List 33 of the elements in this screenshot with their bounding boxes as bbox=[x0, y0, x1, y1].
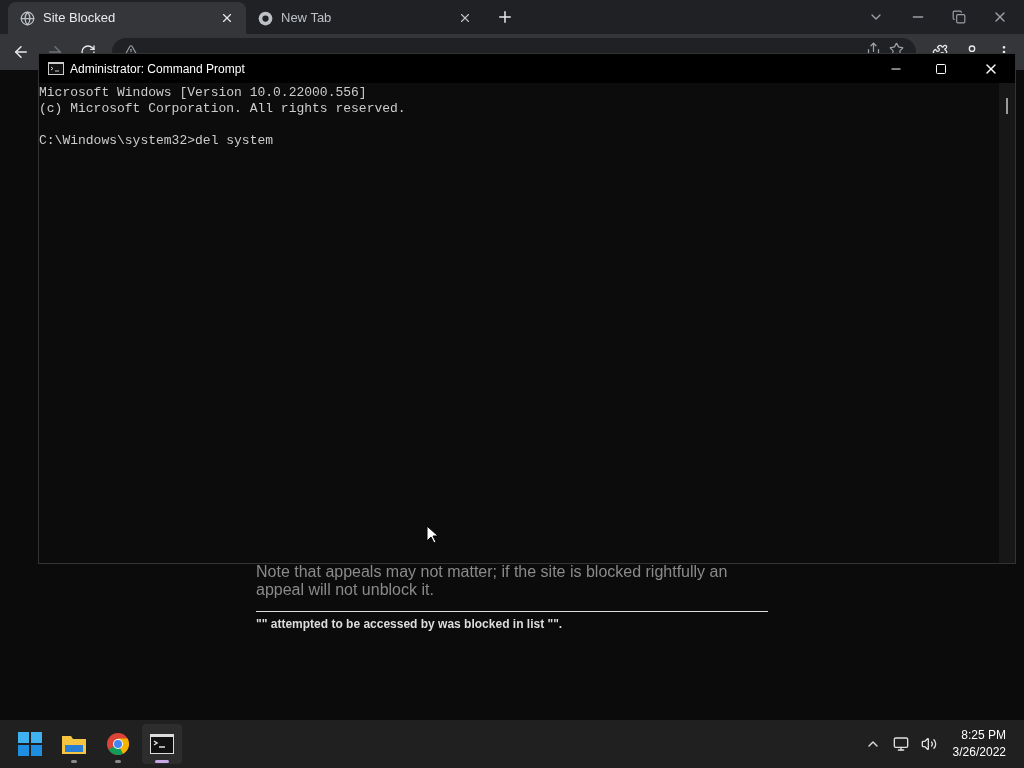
console-title: Administrator: Command Prompt bbox=[70, 60, 245, 78]
scrollbar[interactable] bbox=[999, 83, 1015, 563]
tab-title: Site Blocked bbox=[43, 9, 117, 28]
taskbar-app[interactable] bbox=[142, 724, 182, 764]
console-prompt: C:\Windows\system32>del system bbox=[39, 133, 275, 149]
browser-tab[interactable]: Site Blocked bbox=[8, 2, 246, 34]
console-line: Microsoft Windows [Version 10.0.22000.556] bbox=[39, 85, 368, 101]
new-tab-icon[interactable] bbox=[496, 8, 514, 26]
terminal-icon bbox=[48, 62, 64, 75]
blocked-footer: "" attempted to be accessed by was blocked in list "". bbox=[256, 615, 563, 633]
appeal-note: Note that appeals may not matter; if the site is blocked rightfully an appeal will not unblock it. bbox=[256, 563, 729, 599]
back-icon[interactable] bbox=[12, 43, 30, 61]
volume-icon[interactable] bbox=[920, 736, 937, 752]
clock-time[interactable]: 8:25 PM bbox=[961, 727, 1006, 744]
folder-icon bbox=[61, 733, 87, 755]
clock-date[interactable]: 3/26/2022 bbox=[952, 744, 1006, 761]
windows-logo-icon bbox=[18, 732, 42, 756]
chrome-icon bbox=[258, 10, 273, 26]
globe-icon bbox=[20, 10, 35, 26]
running-indicator bbox=[115, 760, 121, 763]
running-indicator bbox=[155, 760, 169, 763]
chrome-icon bbox=[106, 732, 130, 756]
terminal-icon bbox=[150, 734, 174, 754]
tab-title: New Tab bbox=[281, 9, 333, 28]
restore-icon[interactable] bbox=[952, 10, 966, 24]
mouse-cursor-icon bbox=[426, 525, 438, 544]
console-line: (c) Microsoft Corporation. All rights reserved. bbox=[39, 101, 407, 117]
close-icon[interactable] bbox=[220, 11, 234, 25]
browser-tab[interactable]: New Tab bbox=[246, 2, 484, 34]
maximize-icon[interactable] bbox=[935, 62, 947, 75]
running-indicator bbox=[71, 760, 77, 763]
close-icon[interactable] bbox=[458, 11, 472, 25]
network-icon[interactable] bbox=[892, 736, 909, 752]
